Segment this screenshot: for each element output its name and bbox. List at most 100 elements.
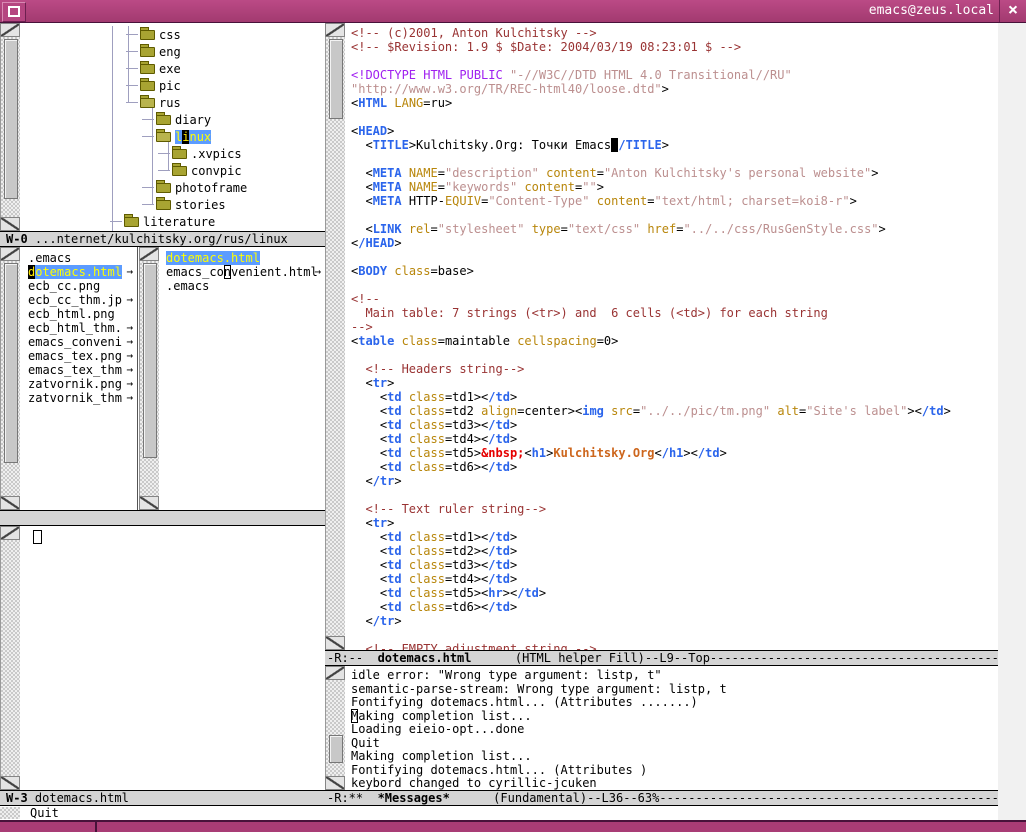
text-segment: < [351, 474, 373, 488]
tree-connector [142, 204, 154, 205]
messages-scrollbar[interactable] [325, 666, 345, 790]
scrollbar-down-arrow-icon[interactable] [0, 776, 20, 790]
window-menu-button[interactable] [2, 2, 26, 22]
text-segment: aking completion list... [358, 709, 531, 723]
file-item-dotemacs.html[interactable]: dotemacs.html [166, 251, 325, 265]
text-segment: = [597, 166, 604, 180]
text-segment: Fontifying dotemacs.html... (Attributes … [351, 763, 647, 777]
ecb-directories-window[interactable]: cssengexepicrusdiarylinux.xvpicsconvpicp… [0, 23, 325, 231]
text-segment: =td5>< [445, 586, 488, 600]
file-item-ecb_cc_thm.jp[interactable]: ecb_cc_thm.jp→ [28, 293, 137, 307]
text-segment: < [351, 600, 387, 614]
scrollbar-up-arrow-icon[interactable] [0, 247, 20, 261]
window-bottom-border [0, 820, 1026, 832]
message-line: semantic-parse-stream: Wrong type argume… [351, 683, 998, 697]
file-item-emacs_tex.png[interactable]: emacs_tex.png→ [28, 349, 137, 363]
tree-item-eng[interactable]: eng [0, 43, 325, 60]
text-segment: > [510, 530, 517, 544]
tree-item-pic[interactable]: pic [0, 77, 325, 94]
resize-handle[interactable] [95, 822, 97, 832]
code-line: <td class=td3></td> [351, 558, 998, 572]
modeline-directories[interactable]: W-0 ...nternet/kulchitsky.org/rus/linux [0, 231, 325, 247]
modeline-methods[interactable]: W-3 dotemacs.html [0, 790, 325, 806]
text-segment: >< [907, 404, 921, 418]
text-segment: > [510, 432, 517, 446]
scrollbar-thumb[interactable] [4, 263, 18, 463]
code-line: <HTML LANG=ru> [351, 96, 998, 110]
text-segment: < [351, 166, 373, 180]
scrollbar-down-arrow-icon[interactable] [139, 496, 159, 510]
scrollbar-down-arrow-icon[interactable] [325, 776, 345, 790]
close-button[interactable]: × [999, 0, 1026, 22]
tree-item-diary[interactable]: diary [0, 111, 325, 128]
scrollbar-up-arrow-icon[interactable] [325, 23, 345, 37]
text-segment: HTTP- [402, 194, 445, 208]
truncation-arrow-icon: → [126, 391, 133, 405]
scrollbar-up-arrow-icon[interactable] [325, 666, 345, 680]
tree-item-stories[interactable]: stories [0, 196, 325, 213]
modeline-messages[interactable]: -R:** *Messages* (Fundamental)--L36--63%… [325, 790, 998, 806]
tree-item-.xvpics[interactable]: .xvpics [0, 145, 325, 162]
text-segment: /td [517, 586, 539, 600]
methods-scrollbar[interactable] [0, 526, 20, 790]
ecb-sources-window[interactable]: .emacsdotemacs.html→ecb_cc.pngecb_cc_thm… [0, 247, 137, 510]
scrollbar-thumb[interactable] [329, 735, 343, 763]
text-segment [402, 600, 409, 614]
code-line: </tr> [351, 474, 998, 488]
file-item-emacs_tex_thm[interactable]: emacs_tex_thm→ [28, 363, 137, 377]
tree-item-rus[interactable]: rus [0, 94, 325, 111]
text-segment: "keywords" [445, 180, 517, 194]
scrollbar-thumb[interactable] [329, 39, 343, 119]
text-segment: > [944, 404, 951, 418]
scrollbar-thumb[interactable] [143, 263, 157, 458]
editor-window-dotemacs-html[interactable]: <!-- (c)2001, Anton Kulchitsky --><!-- $… [325, 23, 998, 650]
file-item-ecb_cc.png[interactable]: ecb_cc.png [28, 279, 137, 293]
tree-item-convpic[interactable]: convpic [0, 162, 325, 179]
scrollbar-down-arrow-icon[interactable] [0, 496, 20, 510]
text-segment: td [387, 544, 401, 558]
text-segment: align [481, 404, 517, 418]
editor-scrollbar[interactable] [325, 23, 345, 650]
tree-item-css[interactable]: css [0, 26, 325, 43]
modeline-sources-history[interactable]: W-1 ...linuxW-2 History [0, 510, 325, 526]
text-segment: /h1 [662, 446, 684, 460]
messages-window[interactable]: idle error: "Wrong type argument: listp,… [325, 666, 998, 790]
file-item-dotemacs.html[interactable]: dotemacs.html→ [28, 265, 137, 279]
tree-item-linux[interactable]: linux [0, 128, 325, 145]
text-segment: semantic-parse-stream: Wrong type argume… [351, 682, 727, 696]
folder-icon [172, 149, 187, 159]
text-segment: class [409, 530, 445, 544]
modeline-text: -R:-- [327, 651, 378, 665]
text-segment: =0> [597, 334, 619, 348]
file-item-.emacs[interactable]: .emacs [28, 251, 137, 265]
file-item-zatvornik.png[interactable]: zatvornik.png→ [28, 377, 137, 391]
file-item-emacs_conveni[interactable]: emacs_conveni→ [28, 335, 137, 349]
text-segment: <!DOCTYPE HTML PUBLIC [351, 68, 510, 82]
file-item-.emacs[interactable]: .emacs [166, 279, 325, 293]
sources-scrollbar[interactable] [0, 247, 20, 510]
ecb-methods-window[interactable] [0, 526, 325, 790]
window-menu-icon [8, 6, 20, 17]
file-item-emacs_convenient.html[interactable]: emacs_convenient.html→ [166, 265, 325, 279]
text-segment: --> [351, 320, 373, 334]
message-line: Making completion list... [351, 750, 998, 764]
file-item-ecb_html_thm.[interactable]: ecb_html_thm.→ [28, 321, 137, 335]
text-segment: > [850, 194, 857, 208]
file-item-ecb_html.png[interactable]: ecb_html.png [28, 307, 137, 321]
scrollbar-up-arrow-icon[interactable] [139, 247, 159, 261]
tree-item-exe[interactable]: exe [0, 60, 325, 77]
file-item-zatvornik_thm[interactable]: zatvornik_thm→ [28, 391, 137, 405]
tree-item-literature[interactable]: literature [0, 213, 325, 230]
minibuffer[interactable]: Quit [0, 806, 998, 820]
minibuffer-gripper[interactable] [0, 807, 20, 819]
scrollbar-up-arrow-icon[interactable] [0, 526, 20, 540]
history-scrollbar[interactable] [139, 247, 159, 510]
code-line [351, 208, 998, 222]
ecb-history-window[interactable]: dotemacs.htmlemacs_convenient.html→.emac… [137, 247, 325, 510]
code-line: <td class=td1></td> [351, 530, 998, 544]
text-segment [402, 586, 409, 600]
text-segment: < [655, 446, 662, 460]
modeline-editor[interactable]: -R:-- dotemacs.html (HTML helper Fill)--… [325, 650, 998, 666]
scrollbar-down-arrow-icon[interactable] [325, 636, 345, 650]
tree-item-photoframe[interactable]: photoframe [0, 179, 325, 196]
